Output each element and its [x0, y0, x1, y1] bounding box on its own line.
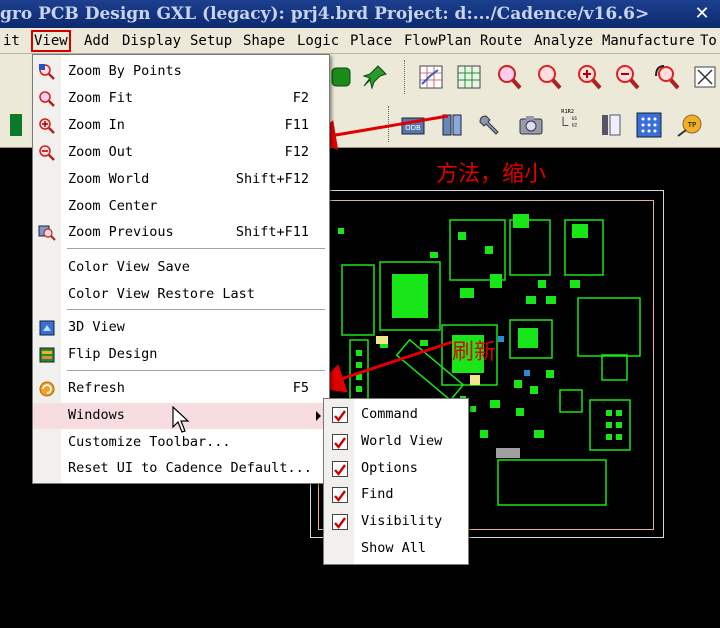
submenu-item-command[interactable]: Command — [324, 402, 468, 428]
menu-item-flip-design[interactable]: Flip Design — [33, 342, 329, 368]
zoom-in-icon — [38, 117, 56, 135]
menu-item-label: 3D View — [68, 319, 125, 335]
menu-item-label: Zoom By Points — [68, 63, 182, 79]
menu-item-zoom-center[interactable]: Zoom Center — [33, 194, 329, 220]
submenu-item-visibility[interactable]: Visibility — [324, 509, 468, 535]
checkbox-checked-icon — [332, 461, 348, 477]
menu-item-color-view-save[interactable]: Color View Save — [33, 255, 329, 281]
menu-item-label: Refresh — [68, 380, 125, 396]
arrow-to-zoom-out — [306, 114, 449, 150]
zoom-out-annotation: 方法，缩小 — [436, 162, 547, 187]
refresh-icon — [38, 380, 56, 398]
submenu-item-find[interactable]: Find — [324, 482, 468, 508]
menu-item-zoom-by-points[interactable]: Zoom By Points — [33, 59, 329, 85]
refresh-annotation: 刷新 — [452, 340, 497, 365]
3d-view-icon — [38, 319, 56, 337]
submenu-item-options[interactable]: Options — [324, 456, 468, 482]
menu-separator — [67, 370, 325, 372]
menu-item-label: Flip Design — [68, 346, 158, 362]
menu-item-zoom-previous[interactable]: Zoom Previous Shift+F11 — [33, 220, 329, 246]
submenu-item-show-all[interactable]: Show All — [324, 536, 468, 562]
menu-item-label: Zoom Out — [68, 144, 134, 160]
zoom-fit-icon — [38, 90, 56, 108]
checkbox-checked-icon — [332, 407, 348, 423]
menu-item-zoom-fit[interactable]: Zoom Fit F2 — [33, 86, 329, 112]
menu-item-shortcut: F2 — [292, 90, 309, 106]
menu-item-label: Reset UI to Cadence Default... — [68, 460, 312, 476]
menu-item-shortcut: F11 — [284, 117, 309, 133]
menu-item-reset-ui[interactable]: Reset UI to Cadence Default... — [33, 456, 329, 482]
menu-item-refresh[interactable]: Refresh F5 — [33, 376, 329, 402]
submenu-arrow-icon — [316, 411, 321, 421]
menu-item-shortcut: Shift+F12 — [235, 171, 309, 187]
menu-separator — [67, 309, 325, 311]
menu-item-3d-view[interactable]: 3D View — [33, 315, 329, 341]
menu-item-shortcut: F12 — [284, 144, 309, 160]
menu-item-label: Color View Save — [68, 259, 190, 275]
menu-item-label: Zoom In — [68, 117, 125, 133]
submenu-item-label: Show All — [361, 540, 427, 556]
submenu-item-label: Options — [361, 460, 418, 476]
menu-item-zoom-in[interactable]: Zoom In F11 — [33, 113, 329, 139]
zoom-previous-icon — [38, 224, 56, 242]
submenu-item-world-view[interactable]: World View — [324, 429, 468, 455]
checkbox-checked-icon — [332, 487, 348, 503]
submenu-item-label: Command — [361, 406, 418, 422]
menu-item-shortcut: F5 — [292, 380, 309, 396]
submenu-item-label: Visibility — [361, 513, 443, 529]
menu-item-label: Zoom Fit — [68, 90, 134, 106]
menu-item-zoom-out[interactable]: Zoom Out F12 — [33, 140, 329, 166]
menu-item-shortcut: Shift+F11 — [235, 224, 309, 240]
zoom-points-icon — [38, 63, 56, 81]
menu-item-color-view-restore-last[interactable]: Color View Restore Last — [33, 282, 329, 308]
menu-item-label: Zoom Previous — [68, 224, 174, 240]
menu-item-label: Zoom Center — [68, 198, 158, 214]
submenu-item-label: Find — [361, 486, 394, 502]
zoom-out-icon — [38, 144, 56, 162]
flip-design-icon — [38, 346, 56, 364]
menu-separator — [67, 248, 325, 250]
submenu-item-label: World View — [361, 433, 443, 449]
checkbox-checked-icon — [332, 434, 348, 450]
menu-item-zoom-world[interactable]: Zoom World Shift+F12 — [33, 167, 329, 193]
windows-submenu: Command World View Options Find Visibili… — [323, 398, 469, 565]
menu-item-label: Color View Restore Last — [68, 286, 255, 302]
menu-item-label: Zoom World — [68, 171, 150, 187]
arrow-to-refresh — [314, 340, 453, 393]
checkbox-checked-icon — [332, 514, 348, 530]
menu-item-label: Windows — [68, 407, 125, 423]
menu-item-label: Customize Toolbar... — [68, 434, 231, 450]
mouse-cursor-icon — [172, 406, 190, 433]
